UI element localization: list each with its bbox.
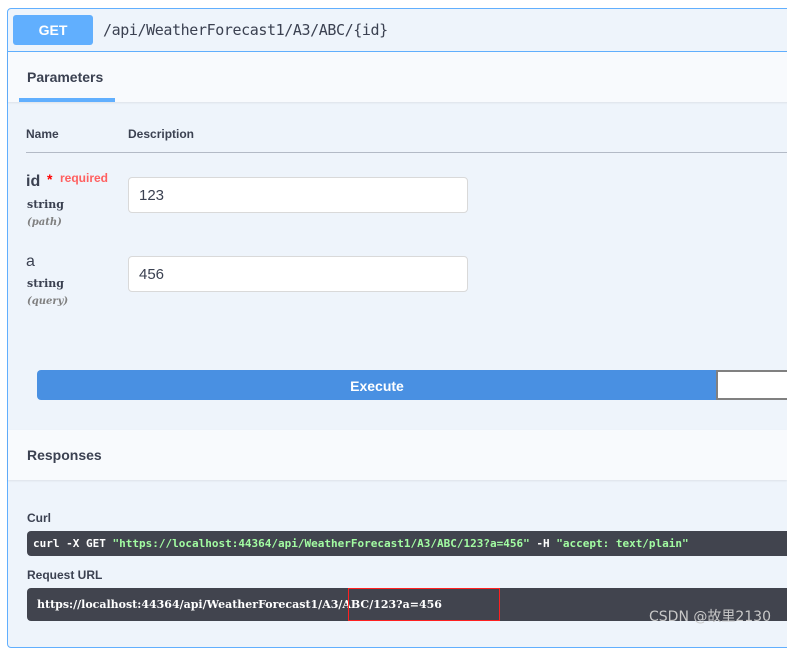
curl-flag: -H <box>529 537 557 550</box>
curl-prefix: curl -X GET <box>33 537 113 550</box>
watermark: CSDN @故里2130 <box>649 609 771 625</box>
curl-url: "https://localhost:44364/api/WeatherFore… <box>112 537 530 550</box>
request-url-label: Request URL <box>27 568 103 582</box>
column-header-name: Name <box>26 127 59 141</box>
operation-summary[interactable]: GET /api/WeatherForecast1/A3/ABC/{id} <box>8 9 787 52</box>
tab-parameters[interactable]: Parameters <box>27 69 103 85</box>
param-id-type: string <box>27 198 64 211</box>
param-a-location: (query) <box>27 296 69 307</box>
execute-button[interactable]: Execute <box>37 370 717 400</box>
clear-button[interactable] <box>716 370 787 400</box>
param-id-location: (path) <box>27 217 62 228</box>
param-a-type: string <box>27 277 64 290</box>
responses-title: Responses <box>27 447 102 463</box>
curl-label: Curl <box>27 511 51 525</box>
param-a-input[interactable] <box>128 256 468 292</box>
curl-header: "accept: text/plain" <box>556 537 689 550</box>
curl-command[interactable]: curl -X GET "https://localhost:44364/api… <box>27 531 787 556</box>
method-badge-get: GET <box>13 15 93 45</box>
column-header-divider <box>26 152 787 153</box>
tab-active-indicator <box>19 98 115 102</box>
responses-header: Responses <box>8 430 787 480</box>
required-star: * <box>47 171 53 187</box>
column-header-description: Description <box>128 127 195 141</box>
param-id-input[interactable] <box>128 177 468 213</box>
param-a-name: a <box>26 253 35 270</box>
parameters-header: Parameters <box>8 52 787 102</box>
required-label: required <box>60 171 109 185</box>
annotation-highlight-box <box>348 588 500 621</box>
operation-path: /api/WeatherForecast1/A3/ABC/{id} <box>103 21 388 39</box>
param-id-name: id <box>26 173 41 190</box>
